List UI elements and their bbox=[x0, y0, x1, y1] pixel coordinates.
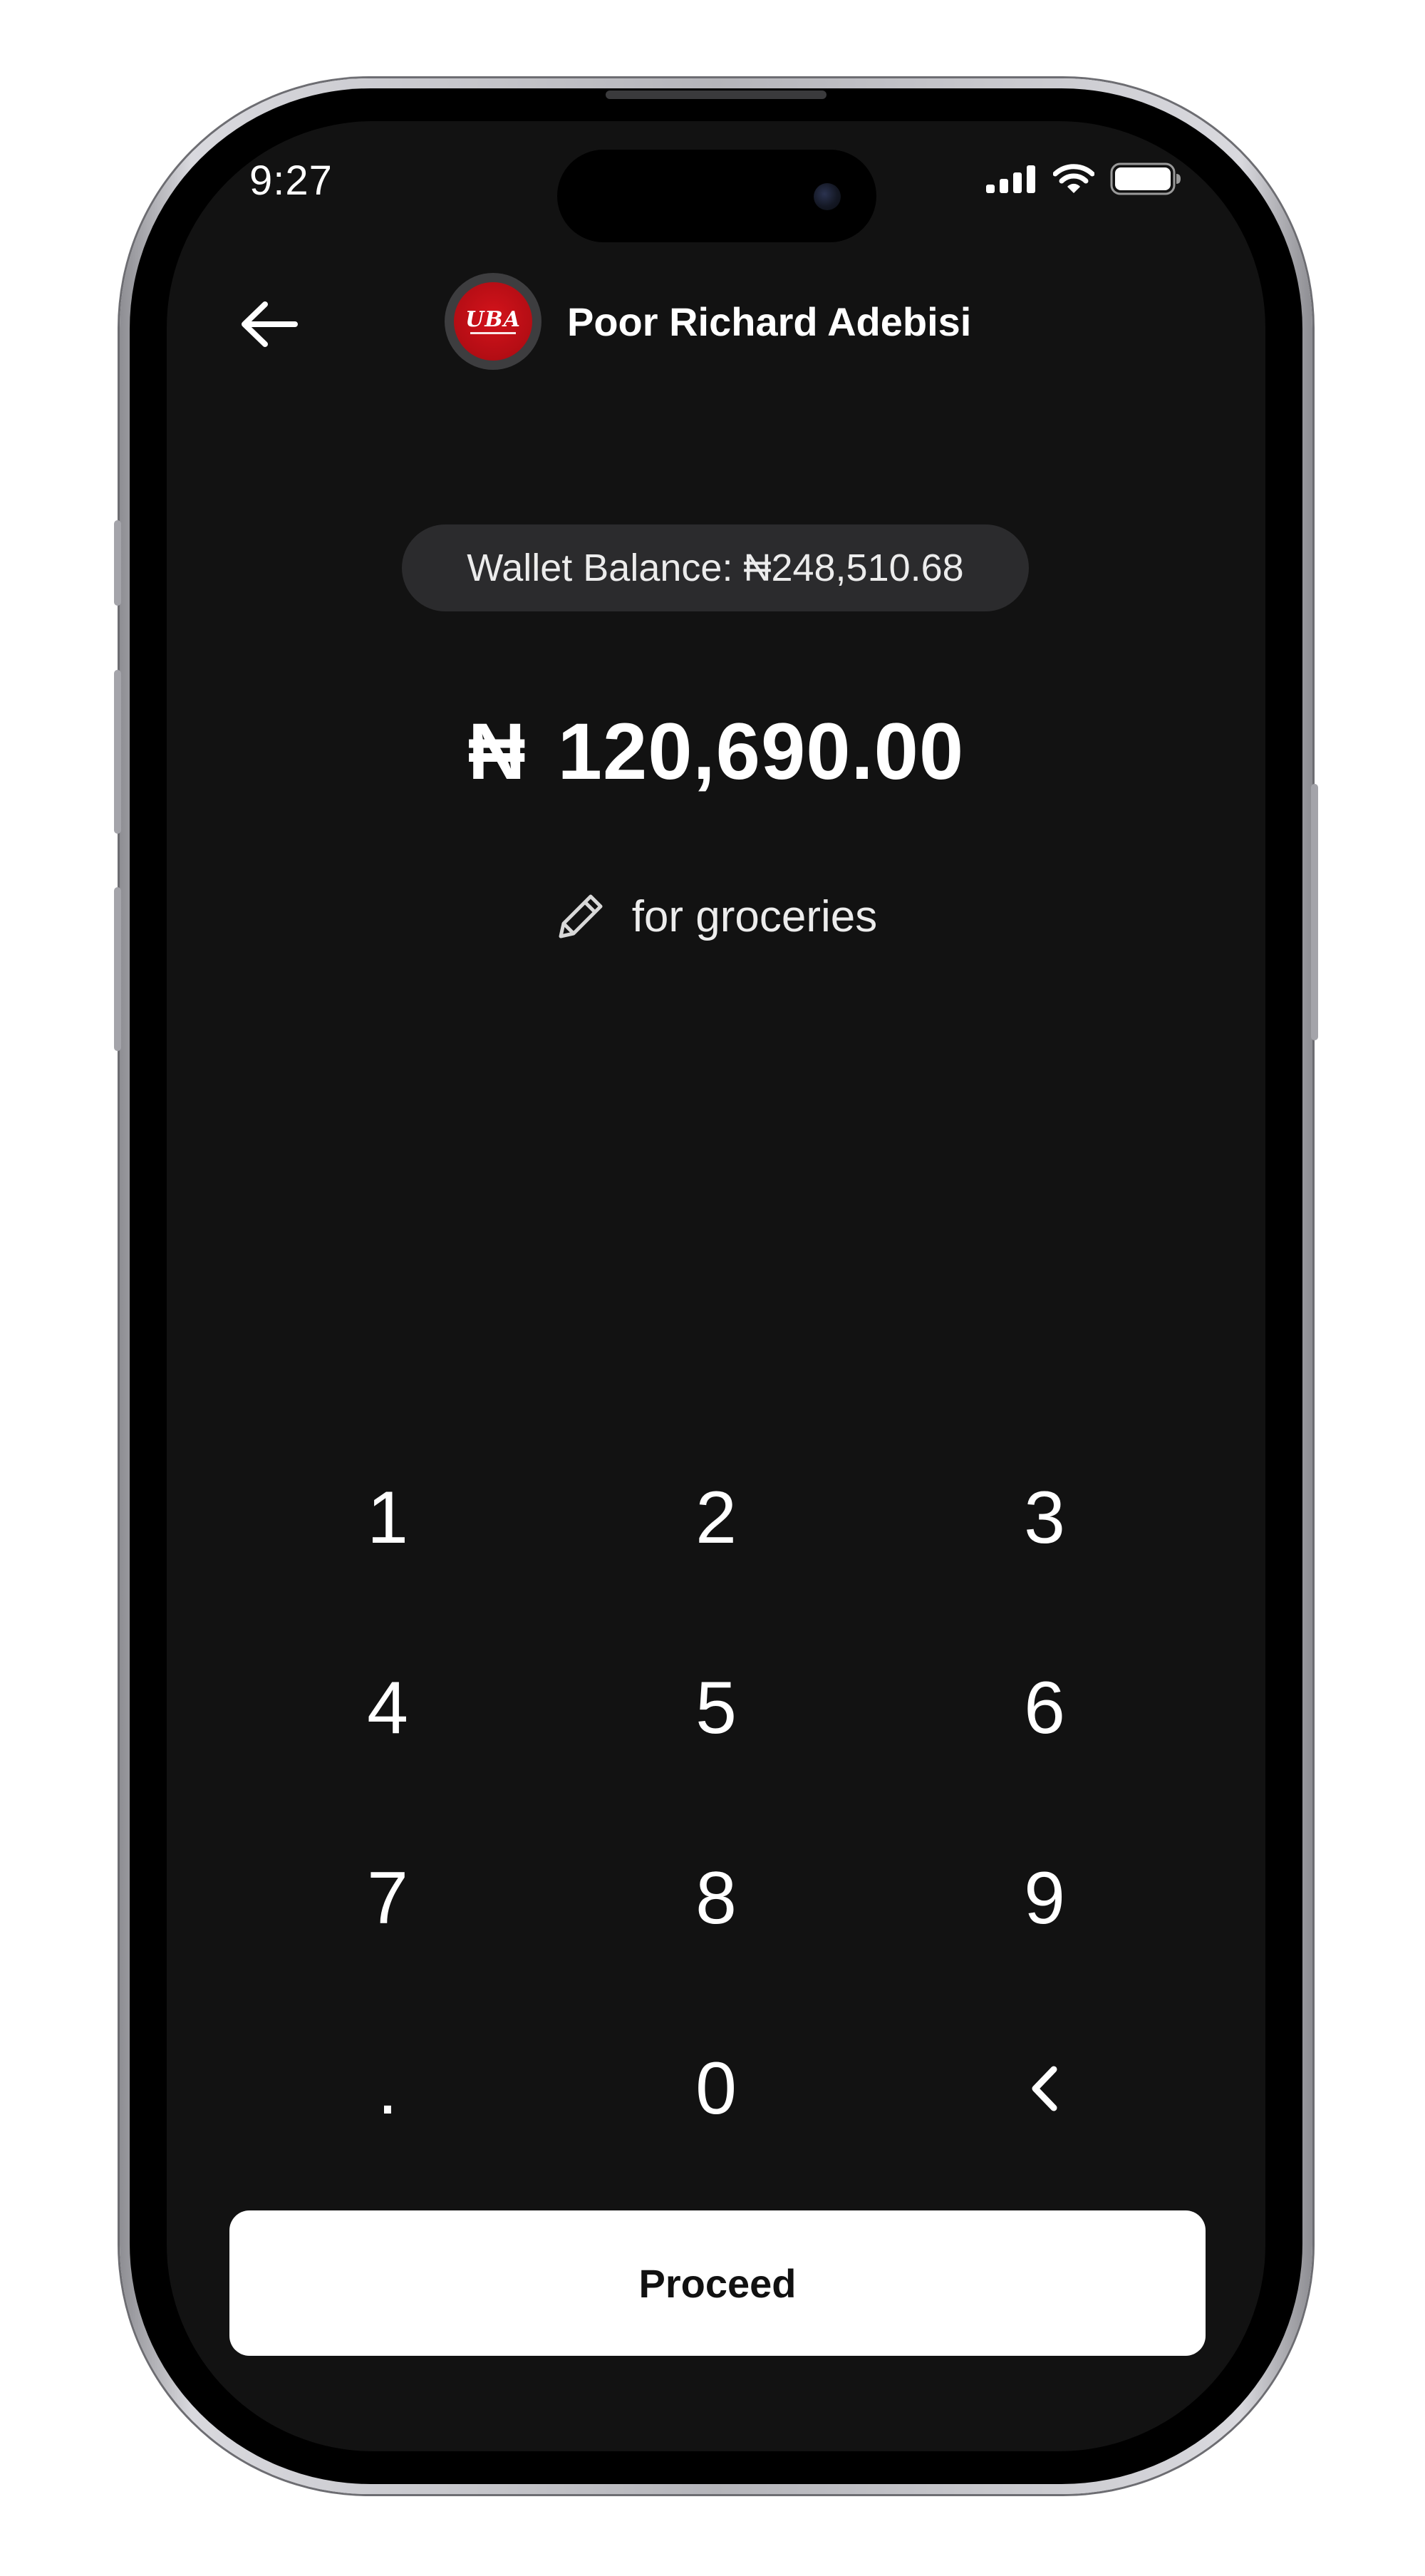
key-5[interactable]: 5 bbox=[638, 1630, 794, 1786]
key-1[interactable]: 1 bbox=[309, 1439, 466, 1596]
proceed-button[interactable]: Proceed bbox=[229, 2210, 1206, 2356]
front-camera bbox=[814, 183, 841, 210]
key-2[interactable]: 2 bbox=[638, 1439, 794, 1596]
recipient-avatar: UBA bbox=[445, 273, 542, 370]
key-3[interactable]: 3 bbox=[966, 1439, 1123, 1596]
amount-value: 120,690.00 bbox=[557, 707, 965, 796]
battery-icon bbox=[1110, 162, 1181, 199]
status-icons bbox=[986, 162, 1181, 199]
power-button bbox=[1311, 784, 1318, 1040]
cellular-signal-icon bbox=[986, 165, 1037, 197]
wifi-icon bbox=[1052, 163, 1095, 198]
app-screen: 9:27 UBA Poor Richard Adebisi Wallet Bal… bbox=[167, 121, 1265, 2451]
recipient-header: UBA Poor Richard Adebisi bbox=[445, 273, 971, 370]
currency-symbol: ₦ bbox=[467, 707, 527, 796]
key-4[interactable]: 4 bbox=[309, 1630, 466, 1786]
dynamic-island bbox=[557, 150, 876, 242]
wallet-balance-badge: Wallet Balance: ₦248,510.68 bbox=[402, 524, 1029, 611]
note-text: for groceries bbox=[631, 891, 878, 941]
volume-up-button bbox=[114, 670, 121, 834]
key-6[interactable]: 6 bbox=[966, 1630, 1123, 1786]
uba-bank-logo: UBA bbox=[454, 282, 532, 361]
bank-logo-text: UBA bbox=[465, 306, 521, 332]
status-time: 9:27 bbox=[249, 157, 333, 204]
recipient-name: Poor Richard Adebisi bbox=[567, 299, 972, 344]
numeric-keypad: 1 2 3 4 5 6 7 8 9 . 0 bbox=[167, 121, 1265, 2451]
transfer-note[interactable]: for groceries bbox=[167, 891, 1265, 942]
key-decimal[interactable]: . bbox=[309, 2010, 466, 2167]
key-9[interactable]: 9 bbox=[966, 1820, 1123, 1977]
chevron-left-icon bbox=[1027, 2047, 1062, 2131]
key-0[interactable]: 0 bbox=[638, 2010, 794, 2167]
key-8[interactable]: 8 bbox=[638, 1820, 794, 1977]
earpiece-speaker bbox=[606, 90, 826, 99]
amount-display: ₦ 120,690.00 bbox=[167, 705, 1265, 797]
back-button[interactable] bbox=[229, 286, 308, 365]
bank-logo-underline bbox=[470, 331, 516, 334]
pencil-icon bbox=[555, 891, 606, 942]
key-backspace[interactable] bbox=[966, 2010, 1123, 2167]
arrow-left-icon bbox=[238, 299, 299, 353]
volume-down-button bbox=[114, 887, 121, 1051]
key-7[interactable]: 7 bbox=[309, 1820, 466, 1977]
action-button bbox=[114, 520, 121, 606]
